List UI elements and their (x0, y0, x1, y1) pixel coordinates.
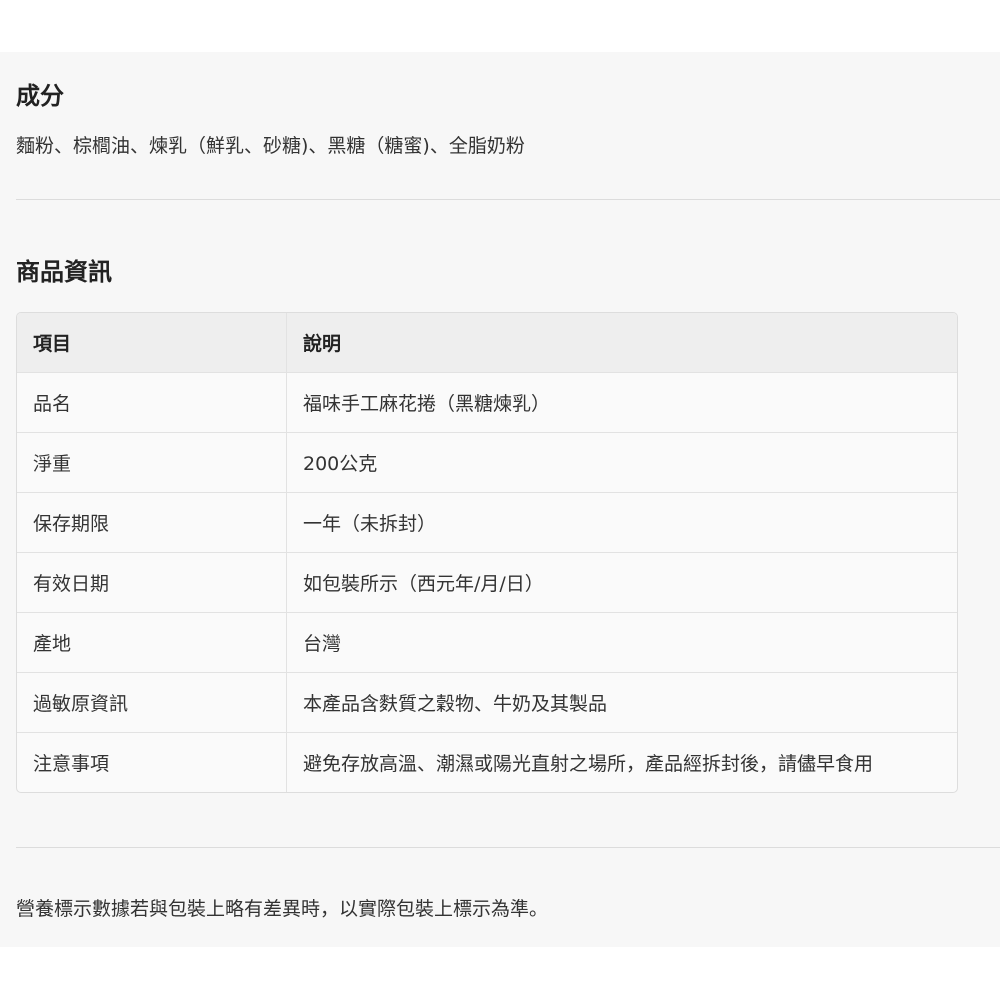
row-description-cell: 200公克 (303, 453, 378, 475)
product-info-table: 項目 說明 品名 福味手工麻花捲（黑糖煉乳） 淨重 200公克 保存期限 一年（… (16, 312, 958, 793)
row-item-cell: 淨重 (17, 433, 287, 492)
row-item-cell: 有效日期 (17, 553, 287, 612)
row-description-cell: 福味手工麻花捲（黑糖煉乳） (303, 393, 551, 415)
table-row: 產地 台灣 (17, 612, 957, 672)
ingredients-heading: 成分 (16, 82, 64, 110)
nutrition-disclaimer: 營養標示數據若與包裝上略有差異時，以實際包裝上標示為準。 (16, 898, 549, 920)
product-detail-panel: 成分 麵粉、棕櫚油、煉乳（鮮乳、砂糖)、黑糖（糖蜜)、全脂奶粉 商品資訊 項目 … (0, 52, 1000, 947)
section-divider (16, 847, 1000, 848)
row-item-cell: 注意事項 (17, 733, 287, 792)
table-row: 淨重 200公克 (17, 432, 957, 492)
table-row: 保存期限 一年（未拆封） (17, 492, 957, 552)
table-row: 過敏原資訊 本產品含麩質之穀物、牛奶及其製品 (17, 672, 957, 732)
row-description-cell: 避免存放高溫、潮濕或陽光直射之場所，產品經拆封後，請儘早食用 (303, 753, 874, 775)
row-description-cell: 台灣 (303, 633, 342, 655)
section-divider (16, 199, 1000, 200)
row-description-cell: 如包裝所示（西元年/月/日） (303, 573, 544, 595)
table-row: 品名 福味手工麻花捲（黑糖煉乳） (17, 372, 957, 432)
header-description: 說明 (303, 333, 342, 355)
ingredients-text: 麵粉、棕櫚油、煉乳（鮮乳、砂糖)、黑糖（糖蜜)、全脂奶粉 (16, 135, 525, 157)
table-row: 有效日期 如包裝所示（西元年/月/日） (17, 552, 957, 612)
row-item-cell: 保存期限 (17, 493, 287, 552)
row-item-cell: 過敏原資訊 (17, 673, 287, 732)
row-item-cell: 品名 (17, 373, 287, 432)
row-description-cell: 本產品含麩質之穀物、牛奶及其製品 (303, 693, 608, 715)
header-item: 項目 (17, 313, 287, 372)
row-description-cell: 一年（未拆封） (303, 513, 437, 535)
table-header-row: 項目 說明 (17, 313, 957, 372)
product-info-heading: 商品資訊 (16, 258, 112, 286)
table-row: 注意事項 避免存放高溫、潮濕或陽光直射之場所，產品經拆封後，請儘早食用 (17, 732, 957, 792)
row-item-cell: 產地 (17, 613, 287, 672)
